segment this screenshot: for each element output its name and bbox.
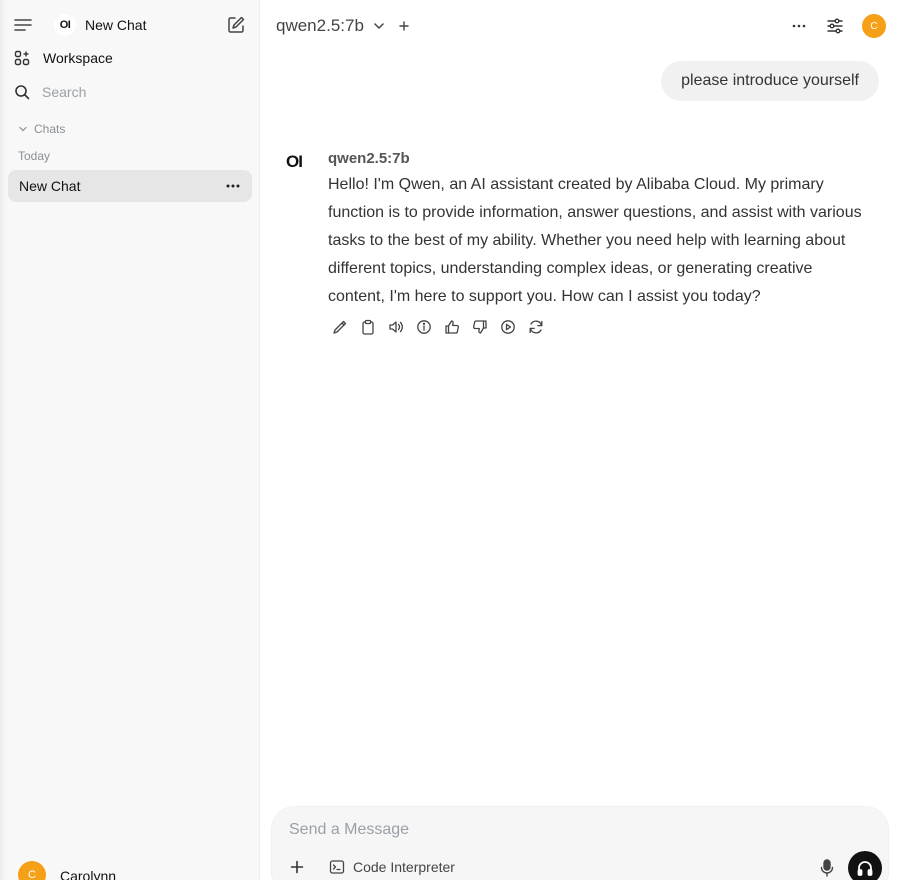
add-model-icon[interactable] xyxy=(398,20,410,32)
avatar[interactable]: C xyxy=(862,14,886,38)
user-message-bubble: please introduce yourself xyxy=(661,61,879,101)
chevron-down-icon xyxy=(19,126,27,132)
continue-icon[interactable] xyxy=(500,319,516,335)
code-interpreter-label: Code Interpreter xyxy=(353,859,455,875)
chat-title: New Chat xyxy=(19,178,81,194)
more-options-icon[interactable] xyxy=(790,17,808,35)
message-input[interactable] xyxy=(289,821,849,839)
read-aloud-icon[interactable] xyxy=(388,319,404,335)
controls-icon[interactable] xyxy=(826,17,844,35)
sidebar-search xyxy=(14,82,244,102)
sidebar-header: OI New Chat xyxy=(14,12,250,38)
sidebar-item-workspace[interactable]: Workspace xyxy=(14,48,113,68)
avatar: C xyxy=(18,861,46,880)
model-selector[interactable]: qwen2.5:7b xyxy=(276,16,364,36)
info-icon[interactable] xyxy=(416,319,432,335)
new-chat-link[interactable]: New Chat xyxy=(85,17,146,33)
chat-list-item[interactable]: New Chat xyxy=(8,170,252,202)
message-actions xyxy=(332,319,868,335)
assistant-message-text: Hello! I'm Qwen, an AI assistant created… xyxy=(328,176,862,305)
brand-logo: OI xyxy=(54,14,76,36)
user-name: Carolynn xyxy=(60,868,117,880)
chat-main: qwen2.5:7b C please introduce yourself O… xyxy=(260,0,900,880)
thumbs-up-icon[interactable] xyxy=(444,319,460,335)
regenerate-icon[interactable] xyxy=(528,319,544,335)
message-composer: Code Interpreter xyxy=(271,806,889,880)
chevron-down-icon[interactable] xyxy=(373,20,385,32)
assistant-body: qwen2.5:7b Hello! I'm Qwen, an AI assist… xyxy=(328,148,868,335)
add-attachment-icon[interactable] xyxy=(290,860,304,874)
search-icon xyxy=(15,85,30,100)
chat-group-label: Today xyxy=(18,149,51,163)
search-input[interactable] xyxy=(42,84,232,100)
edit-icon[interactable] xyxy=(332,319,348,335)
user-menu[interactable]: C Carolynn xyxy=(18,861,117,880)
chats-section-label: Chats xyxy=(34,122,66,136)
workspace-icon xyxy=(14,50,30,66)
terminal-icon xyxy=(329,860,345,874)
voice-mode-button[interactable] xyxy=(848,851,882,880)
copy-icon[interactable] xyxy=(360,319,376,335)
top-bar: qwen2.5:7b C xyxy=(276,14,886,38)
sidebar: OI New Chat Workspace Chats Today New Ch… xyxy=(0,0,260,880)
more-options-icon[interactable] xyxy=(225,178,241,194)
compose-icon[interactable] xyxy=(226,15,246,35)
menu-icon[interactable] xyxy=(14,18,32,32)
workspace-label: Workspace xyxy=(43,50,113,66)
top-bar-actions: C xyxy=(772,14,886,38)
chats-section-toggle[interactable]: Chats xyxy=(18,121,65,137)
headphones-icon xyxy=(857,861,873,876)
microphone-icon[interactable] xyxy=(820,859,834,877)
code-interpreter-button[interactable]: Code Interpreter xyxy=(329,859,455,875)
assistant-model-name: qwen2.5:7b xyxy=(328,150,410,167)
thumbs-down-icon[interactable] xyxy=(472,319,488,335)
assistant-logo: OI xyxy=(286,152,303,171)
